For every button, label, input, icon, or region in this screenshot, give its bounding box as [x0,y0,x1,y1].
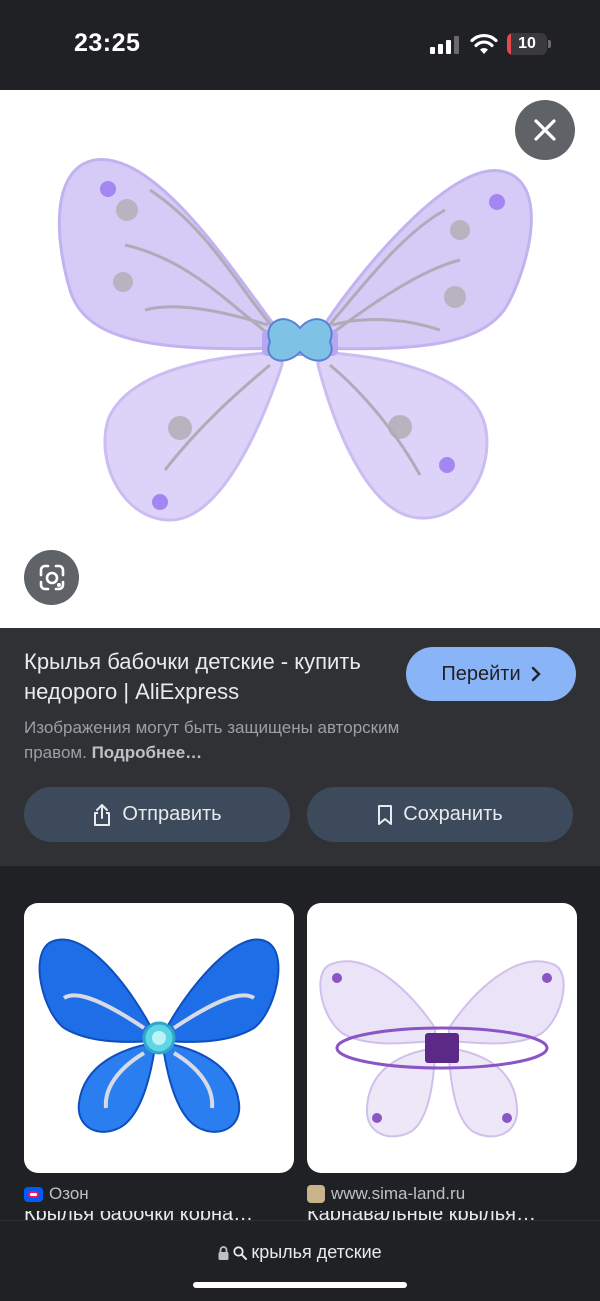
purple-butterfly-wings-image [319,960,565,1138]
related-source[interactable]: Озон [24,1184,89,1204]
search-icon [233,1245,248,1260]
related-source-name: www.sima-land.ru [331,1184,466,1203]
related-source[interactable]: www.sima-land.ru [307,1184,465,1204]
close-button[interactable] [515,100,575,160]
share-button[interactable]: Отправить [24,787,290,842]
share-button-label: Отправить [122,803,222,825]
home-indicator[interactable] [193,1282,407,1288]
sima-land-favicon-icon [307,1185,325,1203]
bookmark-icon [378,804,393,825]
learn-more-link[interactable]: Подробнее… [92,743,203,762]
battery-percent: 10 [518,35,536,52]
address-bar-content[interactable]: крылья детские [0,1242,600,1263]
related-result-image[interactable] [24,903,294,1173]
google-lens-button[interactable] [24,550,79,605]
related-title-text: Карнавальные крылья… [307,1211,577,1220]
lock-icon [218,1245,229,1260]
visit-button[interactable]: Перейти [406,647,576,701]
google-lens-icon [39,564,64,590]
copyright-notice: Изображения могут быть защищены авторски… [24,715,464,765]
visit-button-label: Перейти [441,662,521,685]
search-query: крылья детские [251,1242,382,1262]
image-preview[interactable] [0,90,600,628]
browser-address-bar[interactable]: крылья детские [0,1220,600,1301]
related-result-image[interactable] [307,903,577,1173]
blue-butterfly-wings-image [38,938,280,1133]
ozon-favicon-icon [24,1186,43,1202]
related-results: Озон www.sima-land.ru Крылья бабочки кор… [0,878,600,1220]
share-icon [94,803,111,826]
copyright-text: Изображения могут быть защищены авторски… [24,718,400,762]
battery-cap [548,40,551,48]
cellular-signal-icon [430,36,459,54]
clock: 23:25 [74,29,141,57]
butterfly-wings-image [57,158,533,522]
close-icon [534,119,556,141]
save-button-label: Сохранить [403,803,503,825]
result-title[interactable]: Крылья бабочки детские - купить недорого… [24,647,374,707]
related-title-clipped[interactable]: Карнавальные крылья… [307,1211,577,1220]
related-source-name: Озон [49,1184,89,1203]
status-bar: 23:25 10 [0,0,600,90]
save-button[interactable]: Сохранить [307,787,573,842]
result-info-panel: Крылья бабочки детские - купить недорого… [0,628,600,866]
related-title-clipped[interactable]: Крылья бабочки корна… [24,1211,294,1220]
related-title-text: Крылья бабочки корна… [24,1211,294,1220]
wifi-icon [470,33,498,54]
chevron-right-icon [531,666,541,682]
battery-icon: 10 [507,33,547,55]
